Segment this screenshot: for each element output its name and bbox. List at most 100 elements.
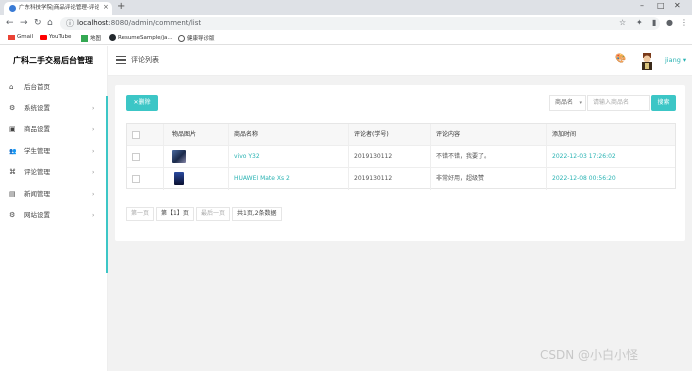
commenter-id: 2019130112 xyxy=(354,153,393,160)
sidebar-item-label: 商品设置 xyxy=(24,125,50,133)
site-favicon-icon xyxy=(9,5,16,12)
command-icon: ⌘ xyxy=(9,168,16,176)
gmail-icon xyxy=(8,35,15,40)
maximize-icon[interactable]: □ xyxy=(657,1,665,10)
page-title: 评论列表 xyxy=(131,56,159,64)
bookmark-maps[interactable]: 地图 xyxy=(81,34,101,42)
new-tab-icon[interactable]: + xyxy=(117,1,125,12)
window-close-icon[interactable]: ✕ xyxy=(674,1,681,10)
current-page: 第【1】页 xyxy=(156,207,194,221)
column-header: 添加时间 xyxy=(552,131,577,138)
basket-icon: ▣ xyxy=(9,125,16,133)
bookmark-health[interactable]: 健康导诊版 xyxy=(178,34,215,42)
column-header: 物品图片 xyxy=(172,131,197,138)
comment-table: 物品图片 商品名称 评论者(学号) 评论内容 添加时间 vivo Y32 201… xyxy=(126,123,676,190)
table-row[interactable]: vivo Y32 2019130112 不错不错，我要了。 2022-12-03… xyxy=(127,146,675,168)
user-menu[interactable]: jiang ▾ xyxy=(665,56,686,64)
home-icon: ⌂ xyxy=(9,83,14,91)
first-page-button[interactable]: 第一页 xyxy=(126,207,155,221)
column-divider xyxy=(228,124,229,190)
csdn-watermark: CSDN @小白小怪 xyxy=(540,348,639,362)
sidebar-item-label: 评论管理 xyxy=(24,168,50,176)
maps-icon xyxy=(81,34,88,42)
news-icon: ▤ xyxy=(9,190,16,198)
commenter-id: 2019130112 xyxy=(354,175,393,182)
sidepanel-icon[interactable]: ▮ xyxy=(652,18,656,27)
sidebar-item-label: 新闻管理 xyxy=(24,190,50,198)
sidebar-item-label: 学生管理 xyxy=(24,147,50,155)
sidebar-item-goods[interactable]: ▣ 商品设置 › xyxy=(0,119,108,140)
product-thumbnail xyxy=(174,172,184,185)
select-all-checkbox[interactable] xyxy=(132,131,140,139)
browser-tab-bar: 广东科技学院|商品评论管理-评论 × + – □ ✕ xyxy=(0,0,692,15)
column-header: 评论内容 xyxy=(436,131,461,138)
search-button[interactable]: 搜索 xyxy=(651,95,676,111)
column-divider xyxy=(348,124,349,190)
table-row[interactable]: HUAWEI Mate Xs 2 2019130112 非常好用，超级赞 202… xyxy=(127,168,675,190)
avatar[interactable] xyxy=(639,51,655,71)
row-checkbox[interactable] xyxy=(132,153,140,161)
sidebar-item-system[interactable]: ⚙ 系统设置 › xyxy=(0,98,108,119)
star-icon[interactable]: ☆ xyxy=(619,18,626,27)
youtube-icon xyxy=(40,34,47,40)
bookmarks-bar: Gmail YouTube 地图 ResumeSample/ja... 健康导诊… xyxy=(0,32,692,45)
sidebar-item-news[interactable]: ▤ 新闻管理 › xyxy=(0,184,108,205)
gear-icon: ⚙ xyxy=(9,211,16,219)
row-checkbox[interactable] xyxy=(132,175,140,183)
select-value: 商品名 xyxy=(555,99,574,106)
search-field-select[interactable]: 商品名 ▾ xyxy=(549,95,586,111)
comment-content: 不错不错，我要了。 xyxy=(436,153,491,160)
column-header: 商品名称 xyxy=(234,131,259,138)
product-name-link[interactable]: HUAWEI Mate Xs 2 xyxy=(234,168,290,190)
sidebar-item-comments[interactable]: ⌘ 评论管理 › xyxy=(0,162,108,183)
url-input[interactable]: ⓘ localhost:8080/admin/comment/list xyxy=(60,17,660,30)
menu-icon[interactable]: ⋮ xyxy=(680,18,688,27)
column-header: 评论者(学号) xyxy=(354,131,389,138)
bookmark-icon xyxy=(178,34,185,42)
site-info-icon[interactable]: ⓘ xyxy=(66,18,74,29)
chevron-right-icon: › xyxy=(92,191,95,198)
chevron-right-icon: › xyxy=(92,169,95,176)
search-input[interactable]: 请输入商品名 xyxy=(587,95,650,111)
added-time: 2022-12-03 17:26:02 xyxy=(552,153,616,160)
gear-icon: ⚙ xyxy=(9,104,16,112)
forward-icon[interactable]: → xyxy=(20,18,28,28)
sidebar-item-website[interactable]: ⚙ 网站设置 › xyxy=(0,205,108,226)
back-icon[interactable]: ← xyxy=(6,18,14,28)
column-divider xyxy=(430,124,431,190)
browser-tab[interactable]: 广东科技学院|商品评论管理-评论 × xyxy=(4,2,112,15)
brand-title: 广科二手交易后台管理 xyxy=(13,56,93,65)
chevron-right-icon: › xyxy=(92,105,95,112)
delete-button[interactable]: ✕删除 xyxy=(126,95,158,111)
hamburger-icon[interactable] xyxy=(116,56,126,64)
sidebar-item-label: 网站设置 xyxy=(24,211,50,219)
extensions-icon[interactable]: ✦ xyxy=(636,18,643,27)
last-page-button[interactable]: 最后一页 xyxy=(196,207,231,221)
profile-icon[interactable]: ● xyxy=(666,18,673,27)
product-name-link[interactable]: vivo Y32 xyxy=(234,146,260,168)
sidebar-item-home[interactable]: ⌂ 后台首页 xyxy=(0,77,108,98)
added-time: 2022-12-08 00:56:20 xyxy=(552,175,616,182)
github-icon xyxy=(109,34,116,41)
column-divider xyxy=(546,124,547,190)
bookmark-github[interactable]: ResumeSample/ja... xyxy=(109,34,173,41)
pager-summary: 共1页,2条数据 xyxy=(232,207,282,221)
address-bar: ← → ↻ ⌂ ⓘ localhost:8080/admin/comment/l… xyxy=(0,15,692,32)
sidebar-item-students[interactable]: 👥 学生管理 › xyxy=(0,141,108,162)
chevron-right-icon: › xyxy=(92,126,95,133)
chevron-right-icon: › xyxy=(92,148,95,155)
tab-title: 广东科技学院|商品评论管理-评论 xyxy=(19,5,99,11)
table-header-row: 物品图片 商品名称 评论者(学号) 评论内容 添加时间 xyxy=(127,124,675,146)
home-icon[interactable]: ⌂ xyxy=(47,18,53,28)
theme-palette-icon[interactable]: 🎨 xyxy=(615,54,626,64)
sidebar-item-label: 系统设置 xyxy=(24,104,50,112)
tab-close-icon[interactable]: × xyxy=(103,3,109,11)
reload-icon[interactable]: ↻ xyxy=(34,18,42,28)
minimize-icon[interactable]: – xyxy=(640,1,644,10)
url-text: localhost:8080/admin/comment/list xyxy=(77,19,202,27)
bookmark-gmail[interactable]: Gmail xyxy=(8,34,33,40)
app-header: 评论列表 🎨 jiang ▾ xyxy=(108,46,692,76)
sidebar-item-label: 后台首页 xyxy=(24,83,50,91)
comment-content: 非常好用，超级赞 xyxy=(436,175,485,182)
bookmark-youtube[interactable]: YouTube xyxy=(40,34,71,40)
